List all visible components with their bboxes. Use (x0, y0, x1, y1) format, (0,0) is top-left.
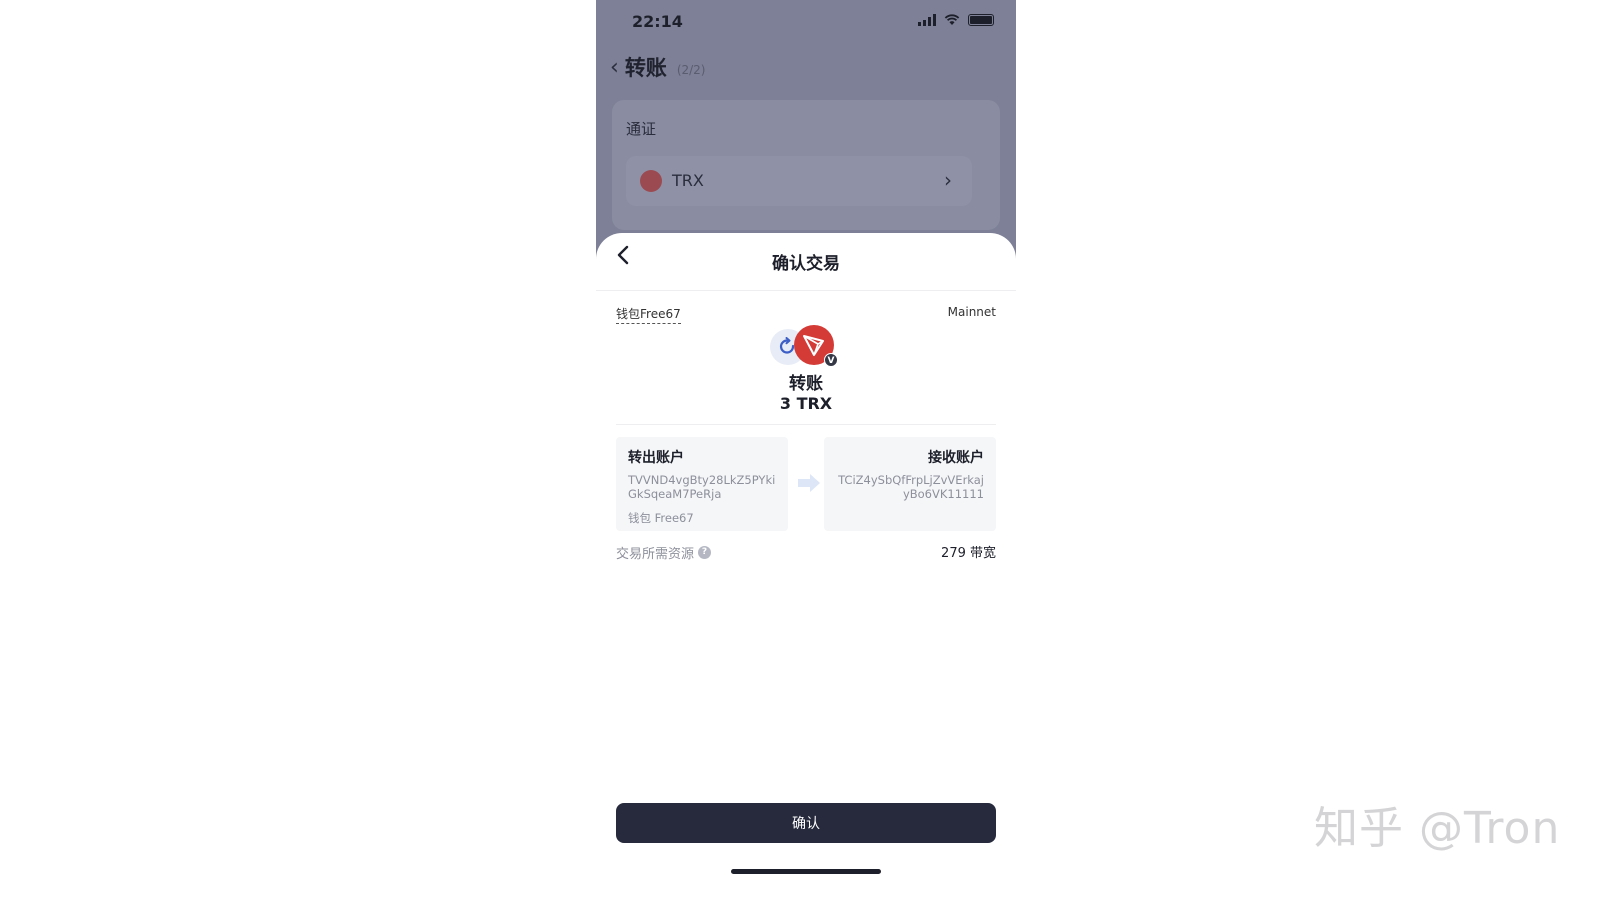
resource-label-row: 交易所需资源 ? (616, 543, 712, 562)
sheet-header: 确认交易 (596, 233, 1016, 291)
chevron-right-icon: › (944, 168, 952, 192)
token-section: 通证 TRX › (612, 100, 1000, 230)
divider (616, 424, 996, 425)
resource-value: 279 带宽 (941, 546, 996, 561)
confirm-transaction-sheet: 确认交易 钱包Free67 Mainnet V 转账 3 TRX 转出账户 TV… (596, 233, 1016, 900)
action-title: 转账 (789, 374, 823, 394)
watermark: 知乎 @Tron (1314, 803, 1561, 854)
to-account-card: 接收账户 TCiZ4ySbQfFrpLjZvVErkajyBo6VK11111 (824, 437, 996, 531)
status-time: 22:14 (632, 12, 683, 31)
verified-badge-icon: V (824, 353, 838, 367)
battery-icon (968, 14, 994, 26)
background-header: ‹ 转账 (2/2) (610, 52, 706, 82)
from-account-card: 转出账户 TVVND4vgBty28LkZ5PYkiGkSqeaM7PeRja … (616, 437, 788, 531)
resource-label: 交易所需资源 (616, 547, 695, 562)
to-account-label: 接收账户 (928, 450, 984, 466)
sheet-title: 确认交易 (772, 254, 840, 274)
from-account-wallet: 钱包 Free67 (628, 511, 694, 525)
home-indicator (731, 869, 881, 874)
network-label: Mainnet (947, 305, 996, 319)
from-account-label: 转出账户 (628, 450, 684, 466)
trx-token-icon (640, 170, 662, 192)
wifi-icon (944, 14, 960, 25)
phone-screen: 22:14 ‹ 转账 (2/2) 通证 TRX › 确认交易 钱包Free67 … (596, 0, 1016, 900)
wallet-name-link[interactable]: 钱包Free67 (616, 305, 681, 324)
from-account-address: TVVND4vgBty28LkZ5PYkiGkSqeaM7PeRja (628, 473, 776, 501)
transfer-amount: 3 TRX (779, 394, 833, 413)
to-account-address: TCiZ4ySbQfFrpLjZvVErkajyBo6VK11111 (838, 473, 984, 501)
token-name: TRX (672, 171, 704, 190)
transaction-icon-group: V (770, 325, 842, 369)
help-icon[interactable]: ? (698, 546, 712, 559)
signal-icon (918, 14, 936, 26)
confirm-button[interactable]: 确认 (616, 803, 996, 843)
arrow-right-icon (798, 474, 820, 492)
status-icons (918, 14, 994, 26)
step-indicator: (2/2) (676, 63, 706, 77)
token-section-label: 通证 (626, 120, 657, 138)
token-selector: TRX › (626, 156, 972, 206)
background-page: 22:14 ‹ 转账 (2/2) 通证 TRX › (596, 0, 1016, 260)
status-bar: 22:14 (596, 0, 1016, 44)
background-page-title: 转账 (624, 56, 667, 80)
back-chevron-icon: ‹ (610, 54, 619, 80)
